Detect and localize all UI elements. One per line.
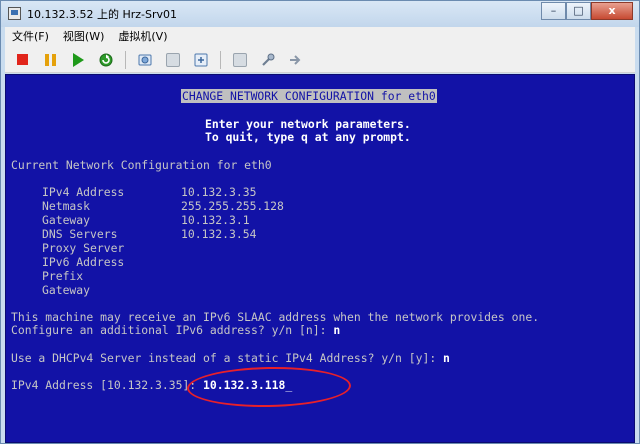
- close-button[interactable]: x: [591, 2, 633, 20]
- dhcp-prompt: Use a DHCPv4 Server instead of a static …: [11, 351, 437, 365]
- ipv6-answer: n: [333, 323, 341, 337]
- vm-console-window: 10.132.3.52 上的 Hrz-Srv01 – □ x 文件(F) 视图(…: [0, 0, 640, 444]
- field-label-ipv6: IPv6 Address: [42, 255, 125, 269]
- field-label-gateway: Gateway: [42, 213, 91, 227]
- play-icon[interactable]: [69, 51, 87, 69]
- menu-vm[interactable]: 虚拟机(V): [111, 28, 174, 46]
- reset-icon[interactable]: [97, 51, 115, 69]
- field-value-netmask: 255.255.255.128: [181, 199, 284, 213]
- ipv4-prompt: IPv4 Address [10.132.3.35]:: [11, 378, 197, 392]
- field-label-prefix: Prefix: [42, 269, 84, 283]
- ipv6-prompt-line: Configure an additional IPv6 address? y/…: [11, 324, 340, 337]
- console-intro-2: To quit, type q at any prompt.: [205, 130, 411, 144]
- field-label-netmask: Netmask: [42, 199, 91, 213]
- caption-buttons: – □ x: [541, 2, 633, 20]
- snapshot-icon[interactable]: [136, 51, 154, 69]
- vm-app-icon: [8, 7, 21, 20]
- window-title: 10.132.3.52 上的 Hrz-Srv01: [27, 8, 178, 21]
- dhcp-answer: n: [443, 351, 450, 365]
- manage-snapshot-icon[interactable]: [192, 51, 210, 69]
- field-label-proxy: Proxy Server: [42, 241, 125, 255]
- field-value-gateway: 10.132.3.1: [181, 213, 250, 227]
- console-heading-line: CHANGE NETWORK CONFIGURATION for eth0: [181, 89, 437, 103]
- title-bar[interactable]: 10.132.3.52 上的 Hrz-Srv01 – □ x: [1, 1, 639, 27]
- current-config-title: Current Network Configuration for eth0: [11, 158, 272, 172]
- settings-icon[interactable]: [259, 51, 277, 69]
- dhcp-prompt-line: Use a DHCPv4 Server instead of a static …: [11, 352, 450, 365]
- field-label-ipv4: IPv4 Address: [42, 185, 125, 199]
- maximize-button[interactable]: □: [566, 2, 591, 20]
- pause-icon[interactable]: [41, 51, 59, 69]
- menu-file[interactable]: 文件(F): [5, 28, 56, 46]
- migrate-icon[interactable]: [287, 51, 305, 69]
- console-icon[interactable]: [231, 51, 249, 69]
- toolbar: [5, 47, 635, 73]
- toolbar-separator: [220, 50, 221, 69]
- field-value-ipv4: 10.132.3.35: [181, 185, 257, 199]
- field-label-ipv6-gateway: Gateway: [42, 283, 91, 297]
- menu-view[interactable]: 视图(W): [56, 28, 111, 46]
- minimize-button[interactable]: –: [541, 2, 566, 20]
- console-heading: CHANGE NETWORK CONFIGURATION for eth0: [181, 89, 437, 103]
- field-value-dns: 10.132.3.54: [181, 227, 257, 241]
- revert-snapshot-icon[interactable]: [164, 51, 182, 69]
- ipv6-prompt: Configure an additional IPv6 address? y/…: [11, 323, 327, 337]
- toolbar-separator: [125, 50, 126, 69]
- field-label-dns: DNS Servers: [42, 227, 118, 241]
- stop-icon[interactable]: [13, 51, 31, 69]
- menu-bar: 文件(F) 视图(W) 虚拟机(V): [5, 27, 635, 48]
